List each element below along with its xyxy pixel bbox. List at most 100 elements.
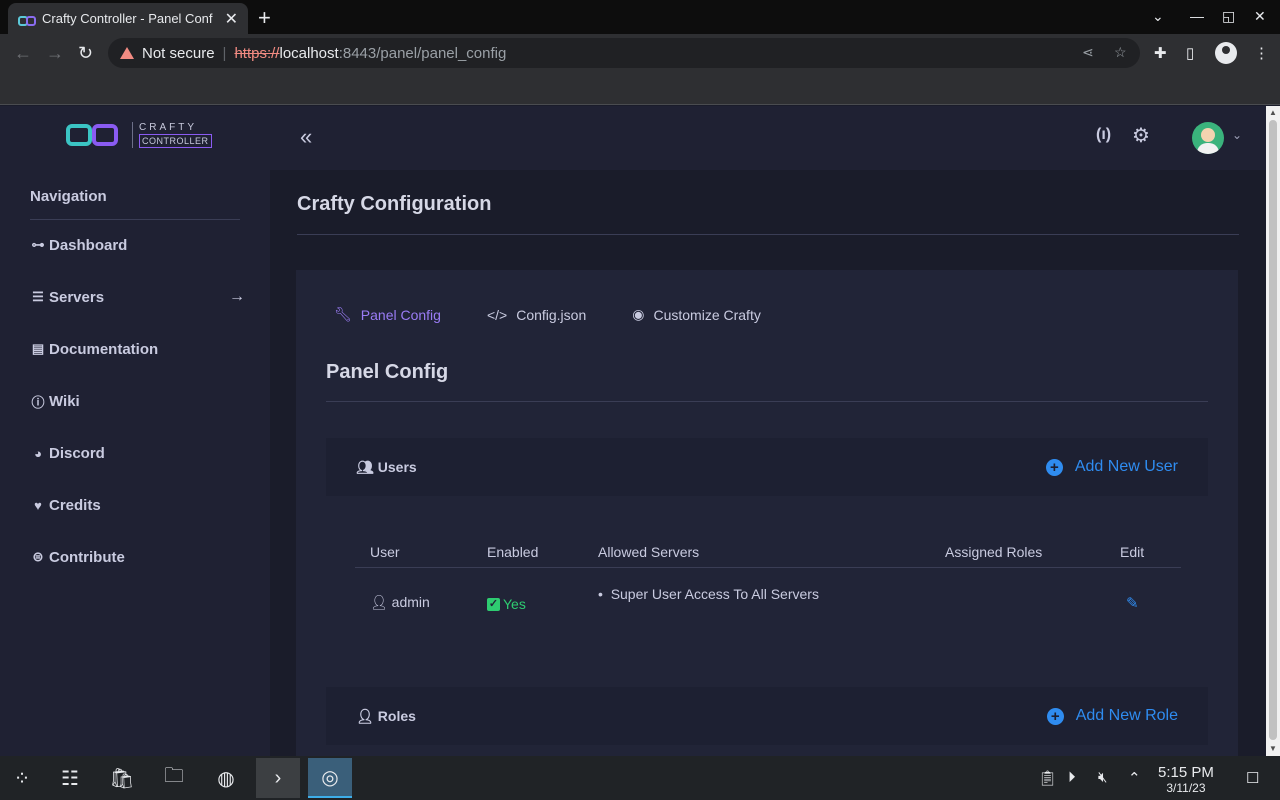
sidebar-item-documentation[interactable]: ▤ Documentation [30, 334, 245, 364]
user-name: admin [391, 593, 430, 610]
scroll-up-icon[interactable]: ▲ [1269, 108, 1277, 117]
settings-sliders-icon[interactable]: ☷ [48, 758, 92, 798]
page-scrollbar[interactable]: ▲ ▼ [1266, 106, 1280, 756]
column-header-edit: Edit [1105, 537, 1181, 568]
chevron-down-icon[interactable]: ⌄ [1232, 128, 1242, 142]
scroll-down-icon[interactable]: ▼ [1269, 744, 1277, 753]
tab-search-icon[interactable]: ⌄ [1152, 8, 1164, 25]
sidebar-item-wiki[interactable]: ⓘ Wiki [30, 386, 245, 416]
tab-title: Crafty Controller - Panel Conf [42, 11, 213, 26]
tab-config-json[interactable]: </> Config.json [487, 306, 586, 323]
chromium-icon[interactable]: ◎ [308, 758, 352, 798]
column-header-allowed-servers: Allowed Servers [583, 537, 930, 568]
tab-customize-crafty[interactable]: ◉ Customize Crafty [632, 306, 761, 323]
edit-cell: ✎ [1105, 567, 1181, 633]
media-play-icon[interactable]: ⏵ [1068, 769, 1076, 786]
users-icon: 👥︎ [356, 458, 374, 475]
close-window-icon[interactable]: ✕ [1254, 8, 1266, 25]
tab-panel-config[interactable]: 🔧︎ Panel Config [334, 306, 441, 323]
check-square-icon: ✓ [487, 597, 500, 611]
volume-muted-icon[interactable]: 🔇︎ [1098, 769, 1107, 786]
users-panel-header: 👥︎ Users + Add New User [326, 438, 1208, 496]
clock-date: 3/11/23 [1166, 781, 1206, 795]
user-cell: 👤︎ admin [355, 567, 472, 633]
back-icon[interactable]: ← [14, 43, 32, 64]
sidebar-item-servers[interactable]: ☰ Servers → [30, 282, 245, 312]
system-clock[interactable]: 5:15 PM 3/11/23 [1158, 764, 1214, 795]
book-icon: ▤ [31, 341, 45, 356]
sidebar-item-discord[interactable]: ◕ Discord [30, 438, 245, 468]
reload-icon[interactable]: ↻ [78, 43, 93, 64]
allowed-servers-item: Super User Access To All Servers [610, 585, 819, 602]
new-tab-button[interactable]: + [258, 5, 271, 31]
sidebar-item-label: Discord [49, 444, 105, 462]
firefox-icon[interactable]: ◍ [204, 758, 248, 798]
collapse-sidebar-icon[interactable]: « [300, 124, 312, 150]
side-panel-icon[interactable]: ▯ [1186, 44, 1194, 62]
security-label[interactable]: Not secure [142, 45, 215, 62]
add-new-role-button[interactable]: + Add New Role [1046, 707, 1178, 725]
crafty-logo-wordmark: CRAFTY CONTROLLER [132, 122, 212, 148]
arrow-right-icon[interactable]: → [229, 288, 245, 306]
enabled-label: Yes [503, 596, 526, 612]
sidebar-item-credits[interactable]: ♥ Credits [30, 490, 245, 520]
sidebar-item-label: Dashboard [49, 236, 128, 254]
tab-label: Config.json [516, 306, 587, 323]
crafty-logo[interactable]: CRAFTY CONTROLLER [66, 122, 212, 148]
server-icon: ☰ [32, 289, 44, 304]
tray-expand-icon[interactable]: ⌃ [1128, 769, 1141, 787]
enabled-status: ✓ Yes [487, 596, 526, 612]
add-new-user-button[interactable]: + Add New User [1045, 458, 1178, 476]
roles-panel-title: 👤︎ Roles [356, 708, 416, 725]
show-desktop-icon[interactable]: ☐ [1246, 769, 1259, 787]
maximize-icon[interactable]: ◱ [1222, 8, 1235, 25]
sidebar: CRAFTY CONTROLLER Navigation ⊶ Dashboard… [0, 106, 270, 756]
terminal-icon[interactable]: › [256, 758, 300, 798]
users-table: User Enabled Allowed Servers Assigned Ro… [355, 537, 1181, 633]
sidebar-item-dashboard[interactable]: ⊶ Dashboard [30, 230, 245, 260]
bullet: • [598, 585, 611, 602]
store-bag-icon[interactable]: 🛍︎ [100, 758, 144, 798]
plus-circle-icon: + [1045, 458, 1063, 476]
minimize-icon[interactable]: — [1190, 8, 1204, 24]
extensions-icon[interactable]: ✚ [1154, 44, 1167, 62]
sidebar-item-label: Contribute [49, 548, 125, 566]
table-row: 👤︎ admin ✓ Yes • Super User Access To Al… [355, 567, 1181, 633]
share-icon[interactable]: ⋖ [1082, 44, 1094, 61]
crafty-logo-mark-icon [66, 122, 122, 148]
sidebar-item-label: Documentation [49, 340, 159, 358]
scrollbar-thumb[interactable] [1269, 120, 1277, 740]
edit-pencil-icon[interactable]: ✎ [1126, 595, 1139, 612]
user-tag-icon: 👤︎ [356, 707, 374, 724]
nav-divider [30, 219, 240, 220]
code-icon: </> [486, 306, 508, 323]
profile-icon[interactable] [1215, 42, 1237, 64]
clock-time: 5:15 PM [1158, 764, 1214, 781]
section-heading: Panel Config [326, 361, 449, 383]
roles-panel-label: Roles [377, 708, 416, 724]
browser-tab[interactable]: Crafty Controller - Panel Conf ✕ [8, 3, 248, 34]
signal-tower-icon[interactable]: (ı) [1096, 126, 1111, 144]
avatar[interactable] [1192, 122, 1224, 154]
browser-toolbar: ← → ↻ Not secure | https:// localhost :8… [0, 34, 1280, 72]
file-manager-icon[interactable]: 🗀 [152, 758, 196, 798]
sidebar-item-contribute[interactable]: ⊜ Contribute [30, 542, 245, 572]
os-taskbar: ⁘ ☷ 🛍︎ 🗀 ◍ › ◎ 📋︎ ⏵ 🔇︎ ⌃ 5:15 PM 3/11/23… [0, 756, 1280, 800]
clipboard-icon[interactable]: 📋︎ [1038, 769, 1057, 787]
address-bar[interactable]: Not secure | https:// localhost :8443/pa… [108, 38, 1140, 68]
crafty-favicon-icon [18, 14, 36, 26]
app-launcher-icon[interactable]: ⁘ [0, 758, 44, 798]
bookmark-star-icon[interactable]: ☆ [1114, 44, 1127, 61]
page-title: Crafty Configuration [297, 193, 492, 215]
palette-icon: ◉ [632, 306, 645, 322]
tab-label: Customize Crafty [653, 306, 761, 323]
address-separator: | [222, 44, 227, 62]
gears-icon[interactable]: ⚙ [1132, 123, 1150, 148]
tab-close-icon[interactable]: ✕ [225, 9, 238, 29]
forward-icon[interactable]: → [46, 43, 64, 64]
browser-menu-icon[interactable]: ⋮ [1254, 44, 1269, 62]
sidebar-item-label: Wiki [49, 392, 80, 410]
column-header-enabled: Enabled [472, 537, 583, 568]
donate-icon: ⊜ [32, 549, 44, 564]
config-card: 🔧︎ Panel Config </> Config.json ◉ Custom… [296, 270, 1238, 756]
